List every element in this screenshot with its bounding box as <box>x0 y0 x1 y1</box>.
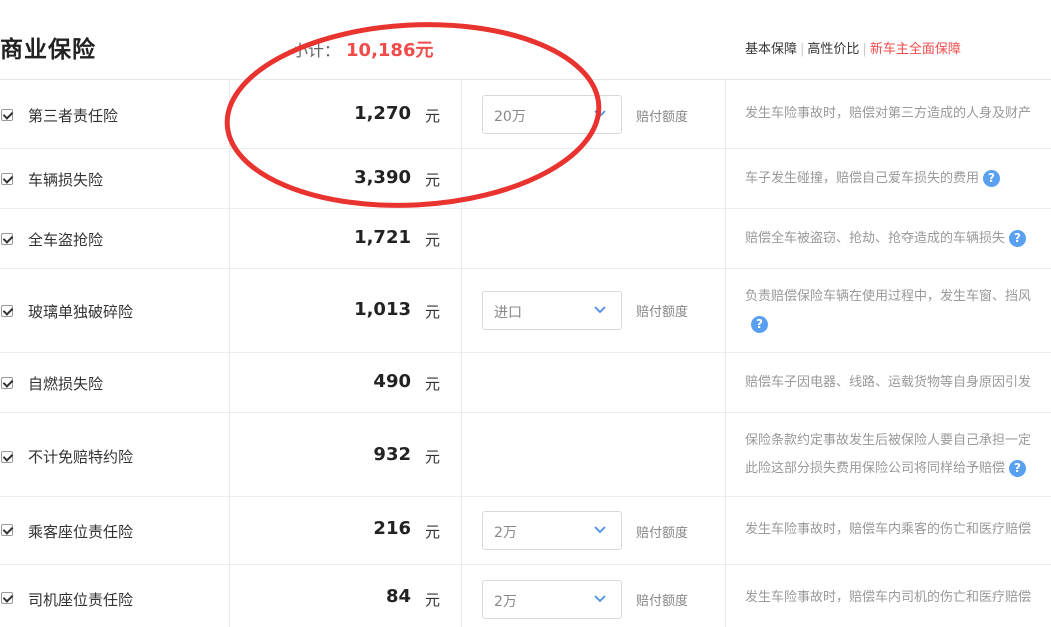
description-text: 车子发生碰撞，赔偿自己爱车损失的费用 <box>745 171 980 186</box>
insurance-description: 车子发生碰撞，赔偿自己爱车损失的费用? <box>745 165 1051 193</box>
coverage-select-value: 2万 <box>494 594 517 610</box>
chevron-down-icon <box>594 595 606 603</box>
plan-divider: | <box>862 42 867 57</box>
insurance-name: 不计免赔特约险 <box>28 448 134 466</box>
insurance-row: 玻璃单独破碎险 1,013 元 进口 赔付额度 负责赔偿保险车辆在使用过程中，发… <box>0 269 1051 353</box>
premium-unit: 元 <box>425 171 441 189</box>
plan-divider: | <box>800 42 805 57</box>
description-text: 赔偿车子因电器、线路、运载货物等自身原因引发 <box>745 375 1032 390</box>
description-line-2: 此险这部分损失费用保险公司将同样给予赔偿? <box>745 455 1051 483</box>
premium-unit: 元 <box>425 448 441 466</box>
row-checkbox[interactable] <box>1 109 13 121</box>
insurance-description: 保险条款约定事故发生后被保险人要自己承担一定 此险这部分损失费用保险公司将同样给… <box>745 427 1051 483</box>
coverage-select[interactable]: 20万 <box>482 95 622 134</box>
row-checkbox[interactable] <box>1 233 13 245</box>
plan-basic[interactable]: 基本保障 <box>745 42 797 57</box>
plan-new-owner[interactable]: 新车主全面保障 <box>870 42 961 57</box>
coverage-label: 赔付额度 <box>636 526 689 541</box>
insurance-description: 赔偿全车被盗窃、抢劫、抢夺造成的车辆损失? <box>745 225 1051 253</box>
premium-unit: 元 <box>425 231 441 249</box>
insurance-name: 全车盗抢险 <box>28 231 104 249</box>
coverage-select-value: 2万 <box>494 525 517 541</box>
coverage-select-value: 20万 <box>494 109 526 125</box>
insurance-description: 赔偿车子因电器、线路、运载货物等自身原因引发 <box>745 369 1051 397</box>
description-text: 保险条款约定事故发生后被保险人要自己承担一定 <box>745 433 1032 448</box>
coverage-select[interactable]: 2万 <box>482 511 622 550</box>
help-icon[interactable]: ? <box>751 316 768 333</box>
premium-unit: 元 <box>425 303 441 321</box>
premium-amount: 490 <box>373 371 411 392</box>
description-text-2: 此险这部分损失费用保险公司将同样给予赔偿 <box>745 461 1006 476</box>
description-text: 发生车险事故时，赔偿车内司机的伤亡和医疗赔偿 <box>745 590 1032 605</box>
help-line: ? <box>745 311 1051 339</box>
subtotal-value: 10,186元 <box>346 40 434 61</box>
insurance-name: 车辆损失险 <box>28 171 104 189</box>
help-icon[interactable]: ? <box>1009 230 1027 247</box>
insurance-row: 第三者责任险 1,270 元 20万 赔付额度 发生车险事故时，赔偿对第三方造成… <box>0 80 1051 149</box>
coverage-select-value: 进口 <box>494 305 522 321</box>
row-checkbox[interactable] <box>1 377 13 389</box>
section-title: 商业保险 <box>0 37 96 63</box>
insurance-row: 自燃损失险 490 元 赔偿车子因电器、线路、运载货物等自身原因引发 <box>0 353 1051 413</box>
premium-amount: 932 <box>373 444 411 465</box>
chevron-down-icon <box>594 306 606 314</box>
premium-amount: 1,270 <box>354 103 411 124</box>
description-text: 负责赔偿保险车辆在使用过程中，发生车窗、挡风 <box>745 289 1032 304</box>
insurance-row: 乘客座位责任险 216 元 2万 赔付额度 发生车险事故时，赔偿车内乘客的伤亡和… <box>0 497 1051 565</box>
insurance-name: 玻璃单独破碎险 <box>28 303 134 321</box>
insurance-description: 发生车险事故时，赔偿车内司机的伤亡和医疗赔偿 <box>745 584 1051 612</box>
chevron-down-icon <box>594 110 606 118</box>
premium-amount: 1,721 <box>354 227 411 248</box>
plan-value[interactable]: 高性价比 <box>807 42 859 57</box>
row-checkbox[interactable] <box>1 592 13 604</box>
premium-unit: 元 <box>425 591 441 609</box>
premium-unit: 元 <box>425 375 441 393</box>
premium-unit: 元 <box>425 107 441 125</box>
insurance-row: 全车盗抢险 1,721 元 赔偿全车被盗窃、抢劫、抢夺造成的车辆损失? <box>0 209 1051 269</box>
header: 商业保险 小计： 10,186元 基本保障 | 高性价比 | 新车主全面保障 <box>0 0 1051 80</box>
help-icon[interactable]: ? <box>983 170 1001 187</box>
insurance-description: 负责赔偿保险车辆在使用过程中，发生车窗、挡风 ? <box>745 283 1051 339</box>
premium-unit: 元 <box>425 523 441 541</box>
description-text: 赔偿全车被盗窃、抢劫、抢夺造成的车辆损失 <box>745 231 1006 246</box>
row-checkbox[interactable] <box>1 173 13 185</box>
insurance-name: 司机座位责任险 <box>28 591 134 609</box>
row-checkbox[interactable] <box>1 524 13 536</box>
premium-amount: 216 <box>373 518 411 539</box>
description-text: 发生车险事故时，赔偿车内乘客的伤亡和医疗赔偿 <box>745 522 1032 537</box>
row-checkbox[interactable] <box>1 451 13 463</box>
description-text: 发生车险事故时，赔偿对第三方造成的人身及财产 <box>745 106 1032 121</box>
plan-options: 基本保障 | 高性价比 | 新车主全面保障 <box>745 38 961 57</box>
coverage-select[interactable]: 2万 <box>482 580 622 619</box>
chevron-down-icon <box>594 526 606 534</box>
subtotal: 小计： 10,186元 <box>292 36 433 62</box>
insurance-row: 司机座位责任险 84 元 2万 赔付额度 发生车险事故时，赔偿车内司机的伤亡和医… <box>0 565 1051 627</box>
insurance-description: 发生车险事故时，赔偿对第三方造成的人身及财产 <box>745 100 1051 128</box>
insurance-name: 乘客座位责任险 <box>28 523 134 541</box>
premium-amount: 3,390 <box>354 167 411 188</box>
help-icon[interactable]: ? <box>1009 460 1027 477</box>
row-checkbox[interactable] <box>1 305 13 317</box>
premium-amount: 1,013 <box>354 299 411 320</box>
subtotal-label: 小计： <box>292 41 341 60</box>
insurance-name: 自燃损失险 <box>28 375 104 393</box>
insurance-row: 不计免赔特约险 932 元 保险条款约定事故发生后被保险人要自己承担一定 此险这… <box>0 413 1051 497</box>
insurance-description: 发生车险事故时，赔偿车内乘客的伤亡和医疗赔偿 <box>745 516 1051 544</box>
coverage-label: 赔付额度 <box>636 110 689 125</box>
coverage-label: 赔付额度 <box>636 305 689 320</box>
insurance-row: 车辆损失险 3,390 元 车子发生碰撞，赔偿自己爱车损失的费用? <box>0 149 1051 209</box>
coverage-label: 赔付额度 <box>636 594 689 609</box>
coverage-select[interactable]: 进口 <box>482 291 622 330</box>
premium-amount: 84 <box>385 586 411 607</box>
insurance-name: 第三者责任险 <box>28 107 119 125</box>
